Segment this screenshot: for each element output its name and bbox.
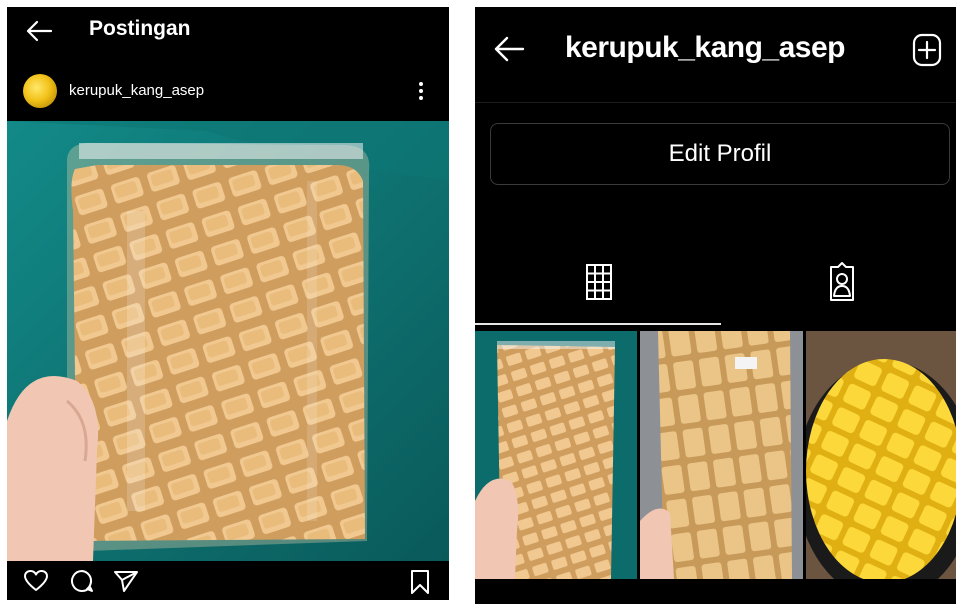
profile-header: kerupuk_kang_asep xyxy=(475,7,956,103)
profile-username: kerupuk_kang_asep xyxy=(565,31,845,64)
cracker-bag-photo xyxy=(7,121,449,561)
grid-thumbnail[interactable] xyxy=(806,331,956,579)
cracker-plate-photo xyxy=(806,331,956,579)
post-view-panel: Postingan kerupuk_kang_asep xyxy=(7,7,449,600)
new-post-button[interactable] xyxy=(912,33,942,67)
profile-panel: kerupuk_kang_asep Edit Profil xyxy=(475,7,956,604)
heart-icon xyxy=(24,570,48,591)
page-title: Postingan xyxy=(89,17,191,40)
tab-tagged[interactable] xyxy=(721,245,956,325)
back-button[interactable] xyxy=(25,19,53,43)
avatar[interactable] xyxy=(23,74,57,108)
more-vertical-icon xyxy=(412,82,430,100)
send-icon xyxy=(114,571,138,592)
grid-icon xyxy=(586,264,612,300)
active-tab-indicator xyxy=(475,323,721,325)
post-photo[interactable] xyxy=(7,121,449,561)
grid-thumbnail[interactable] xyxy=(475,331,637,579)
share-button[interactable] xyxy=(113,569,139,598)
comment-icon xyxy=(71,570,93,592)
like-button[interactable] xyxy=(23,569,49,598)
post-author-bar: kerupuk_kang_asep xyxy=(7,67,449,117)
cracker-bag-teal-photo xyxy=(475,331,637,579)
post-username[interactable]: kerupuk_kang_asep xyxy=(69,82,204,99)
plus-square-icon xyxy=(912,33,942,67)
more-options-button[interactable] xyxy=(412,79,430,105)
edit-profile-button[interactable]: Edit Profil xyxy=(490,123,950,185)
tab-posts-grid[interactable] xyxy=(475,245,721,325)
post-header: Postingan xyxy=(7,7,449,57)
back-button[interactable] xyxy=(493,35,525,63)
post-actions-bar xyxy=(7,561,449,600)
save-button[interactable] xyxy=(409,569,431,600)
arrow-left-icon xyxy=(494,36,525,62)
cracker-bag-grey-photo xyxy=(640,331,803,579)
comment-button[interactable] xyxy=(69,569,95,598)
grid-thumbnail[interactable] xyxy=(640,331,803,579)
arrow-left-icon xyxy=(26,20,53,42)
bookmark-icon xyxy=(411,570,429,594)
tagged-user-icon xyxy=(830,262,854,301)
